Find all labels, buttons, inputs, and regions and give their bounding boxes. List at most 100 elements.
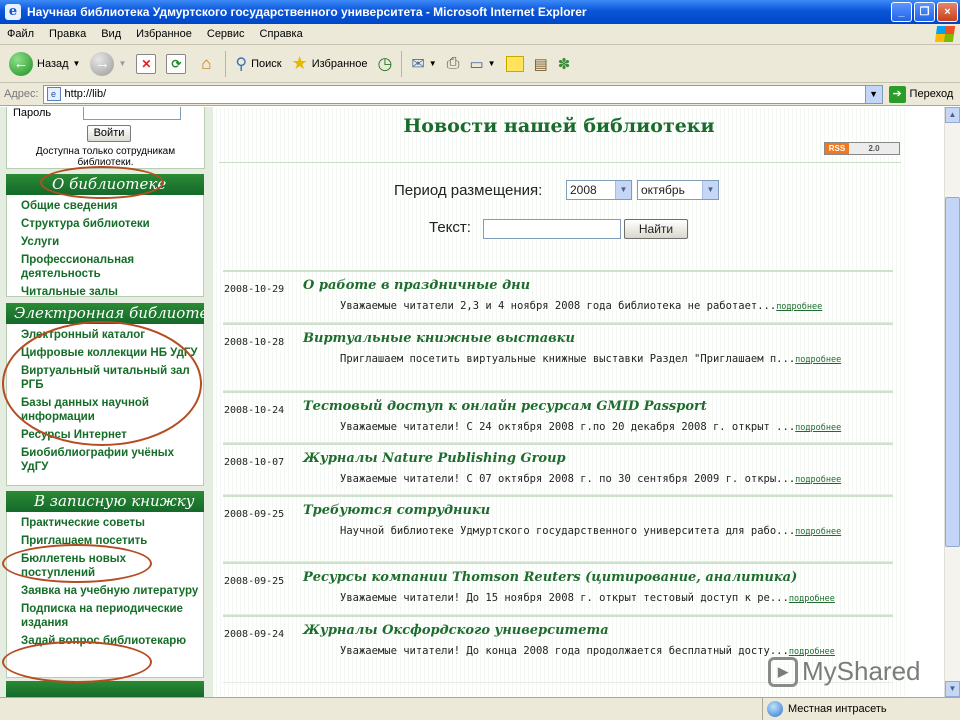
chevron-down-icon[interactable]: ▼ <box>73 59 81 68</box>
refresh-button[interactable]: ⟳ <box>163 52 189 76</box>
chevron-down-icon[interactable]: ▼ <box>488 59 496 68</box>
chevron-down-icon[interactable]: ▼ <box>615 181 631 199</box>
edit-icon: ▭ <box>469 55 484 73</box>
address-url[interactable]: http://lib/ <box>65 88 107 100</box>
menu-file[interactable]: Файл <box>0 28 42 40</box>
vertical-scrollbar[interactable]: ▲ ▼ <box>944 107 960 697</box>
more-link[interactable]: подробнее <box>795 423 841 433</box>
scroll-down-icon[interactable]: ▼ <box>945 681 960 697</box>
close-button[interactable]: × <box>937 2 958 22</box>
more-link[interactable]: подробнее <box>795 527 841 537</box>
text-label: Текст: <box>429 219 471 236</box>
edit-button[interactable]: ▭ ▼ <box>466 53 498 75</box>
forward-arrow-icon: → <box>90 51 115 76</box>
address-input[interactable]: e http://lib/ ▼ <box>42 84 883 104</box>
news-date: 2008-09-24 <box>224 629 285 640</box>
news-title[interactable]: Ресурсы компании Thomson Reuters (цитиро… <box>303 570 797 585</box>
news-text: Уважаемые читатели! До 15 ноября 2008 г.… <box>303 590 893 607</box>
research-button[interactable]: ▤ <box>531 53 551 75</box>
news-item: 2008-09-25 Ресурсы компании Thomson Reut… <box>223 562 893 615</box>
news-title[interactable]: Журналы Оксфордского университета <box>303 623 609 638</box>
news-title[interactable]: Виртуальные книжные выставки <box>303 331 575 346</box>
year-select[interactable]: 2008 ▼ <box>566 180 632 200</box>
forward-button[interactable]: → ▼ <box>87 50 129 78</box>
news-title[interactable]: О работе в праздничные дни <box>303 278 530 293</box>
chevron-down-icon[interactable]: ▼ <box>429 59 437 68</box>
stop-button[interactable]: ✕ <box>133 52 159 76</box>
go-button[interactable]: ➔ Переход <box>888 85 953 103</box>
month-select[interactable]: октябрь ▼ <box>637 180 719 200</box>
find-button[interactable]: Найти <box>624 219 688 239</box>
news-text: Уважаемые читатели 2,3 и 4 ноября 2008 г… <box>303 298 893 315</box>
news-excerpt: Уважаемые читатели! До 15 ноября 2008 г.… <box>340 592 789 604</box>
windows-flag-icon <box>934 26 956 42</box>
sidebar-item-biobibliographies[interactable]: Биобиблиографии учёных УдГУ <box>21 444 199 476</box>
sidebar-item-subscription[interactable]: Подписка на периодические издания <box>21 600 199 632</box>
window-controls: _ ❐ × <box>891 2 958 22</box>
menu-edit[interactable]: Правка <box>42 28 94 40</box>
toolbar: ← Назад ▼ → ▼ ✕ ⟳ ⌂ ⚲ Поиск ★ Избранное … <box>0 45 960 83</box>
minimize-button[interactable]: _ <box>891 2 912 22</box>
sidebar-item-tips[interactable]: Практические советы <box>21 514 199 532</box>
sidebar-item-structure[interactable]: Структура библиотеки <box>21 215 199 233</box>
home-button[interactable]: ⌂ <box>193 52 219 76</box>
more-link[interactable]: подробнее <box>776 302 822 312</box>
text-search-input[interactable] <box>483 219 621 239</box>
news-item: 2008-10-28 Виртуальные книжные выставки … <box>223 323 893 391</box>
chevron-down-icon[interactable]: ▼ <box>864 85 882 103</box>
mail-button[interactable]: ✉ ▼ <box>408 52 439 76</box>
star-icon: ★ <box>291 53 308 73</box>
scroll-up-icon[interactable]: ▲ <box>945 107 960 123</box>
intranet-globe-icon <box>767 701 783 717</box>
page-title: Новости нашей библиотеки <box>403 115 715 137</box>
divider <box>219 162 901 163</box>
zone-label: Местная интрасеть <box>788 703 887 715</box>
more-link[interactable]: подробнее <box>795 475 841 485</box>
news-item: 2008-10-29 О работе в праздничные дни Ув… <box>223 270 893 323</box>
annotation-oval <box>40 166 164 199</box>
more-link[interactable]: подробнее <box>795 355 841 365</box>
address-bar: Адрес: e http://lib/ ▼ ➔ Переход <box>0 83 960 106</box>
go-arrow-icon: ➔ <box>888 85 906 103</box>
printer-icon: ⎙ <box>446 54 460 72</box>
more-link[interactable]: подробнее <box>789 594 835 604</box>
news-date: 2008-10-28 <box>224 337 285 348</box>
sidebar-item-reading-rooms[interactable]: Читальные залы <box>21 283 199 301</box>
chevron-down-icon[interactable]: ▼ <box>702 181 718 199</box>
research-icon: ▤ <box>533 55 548 73</box>
back-button[interactable]: ← Назад ▼ <box>6 50 83 78</box>
messenger-icon: ✽ <box>557 55 571 73</box>
favorites-button[interactable]: ★ Избранное <box>289 51 371 76</box>
status-bar: Местная интрасеть <box>0 697 960 720</box>
section-about: Общие сведения Структура библиотеки Услу… <box>6 195 204 298</box>
scroll-thumb[interactable] <box>945 197 960 547</box>
print-button[interactable]: ⎙ <box>444 53 463 75</box>
discuss-button[interactable] <box>503 54 527 74</box>
menu-tools[interactable]: Сервис <box>200 28 253 40</box>
menu-view[interactable]: Вид <box>94 28 129 40</box>
sidebar-item-professional[interactable]: Профессиональная деятельность <box>21 251 199 283</box>
chevron-down-icon[interactable]: ▼ <box>118 59 126 68</box>
login-button[interactable]: Войти <box>87 125 131 142</box>
search-button[interactable]: ⚲ Поиск <box>232 52 284 76</box>
news-title[interactable]: Журналы Nature Publishing Group <box>303 451 566 466</box>
window-title: Научная библиотека Удмуртского государст… <box>27 5 587 19</box>
news-excerpt: Научной библиотеке Удмуртского государст… <box>340 525 796 537</box>
sidebar-item-textbook-request[interactable]: Заявка на учебную литературу <box>21 582 199 600</box>
password-input[interactable] <box>83 107 181 120</box>
page-icon: e <box>46 87 61 101</box>
news-title[interactable]: Требуются сотрудники <box>303 503 490 518</box>
messenger-button[interactable]: ✽ <box>555 53 574 75</box>
news-text: Уважаемые читатели! С 24 октября 2008 г.… <box>303 419 893 436</box>
rss-badge[interactable]: RSS 2.0 <box>824 142 900 155</box>
history-button[interactable]: ◷ <box>374 52 395 76</box>
menu-favorites[interactable]: Избранное <box>129 28 200 40</box>
section-header-notebook: В записную книжку <box>6 491 204 512</box>
sidebar-item-general-info[interactable]: Общие сведения <box>21 197 199 215</box>
news-title[interactable]: Тестовый доступ к онлайн ресурсам GMID P… <box>303 399 707 414</box>
sidebar-item-services[interactable]: Услуги <box>21 233 199 251</box>
news-excerpt: Уважаемые читатели! С 07 октября 2008 г.… <box>340 473 796 485</box>
maximize-button[interactable]: ❐ <box>914 2 935 22</box>
password-label: Пароль <box>13 107 52 119</box>
menu-help[interactable]: Справка <box>253 28 311 40</box>
